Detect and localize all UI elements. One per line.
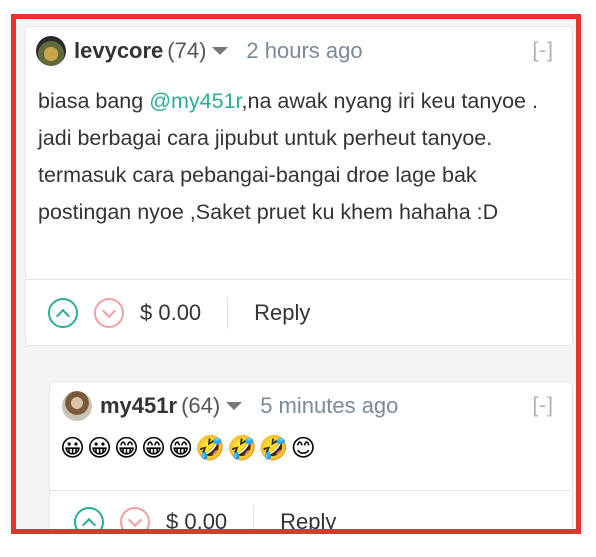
payout-value[interactable]: $ 0.00 xyxy=(140,300,201,326)
collapse-toggle[interactable]: [-] xyxy=(532,394,554,418)
divider xyxy=(253,506,255,529)
timestamp[interactable]: 5 minutes ago xyxy=(260,393,398,419)
chevron-up-icon xyxy=(81,517,97,529)
comment-header: levycore (74) 2 hours ago [-] xyxy=(26,31,572,71)
upvote-button[interactable] xyxy=(48,298,78,328)
comment-footer: $ 0.00 Reply xyxy=(74,502,336,529)
chevron-down-icon xyxy=(127,512,143,527)
downvote-button[interactable] xyxy=(120,507,150,529)
upvote-button[interactable] xyxy=(74,507,104,529)
reputation: (74) xyxy=(167,38,207,63)
reply-button[interactable]: Reply xyxy=(280,509,336,529)
comment-text: biasa bang xyxy=(38,89,150,113)
divider xyxy=(227,297,229,329)
payout-value[interactable]: $ 0.00 xyxy=(166,509,227,529)
comment-footer: $ 0.00 Reply xyxy=(48,293,310,333)
chevron-down-icon xyxy=(101,303,117,318)
downvote-button[interactable] xyxy=(94,298,124,328)
divider xyxy=(26,279,572,280)
timestamp[interactable]: 2 hours ago xyxy=(246,38,362,64)
avatar[interactable] xyxy=(36,36,66,66)
comment-body: biasa bang @my451r,na awak nyang iri keu… xyxy=(38,83,558,231)
comment-card: levycore (74) 2 hours ago [-] biasa bang… xyxy=(26,27,572,345)
highlight-frame: levycore (74) 2 hours ago [-] biasa bang… xyxy=(11,14,581,534)
mention-link[interactable]: @my451r xyxy=(149,89,241,113)
collapse-toggle[interactable]: [-] xyxy=(532,39,554,63)
caret-down-icon[interactable] xyxy=(212,47,229,55)
reply-button[interactable]: Reply xyxy=(254,300,310,326)
author-name[interactable]: levycore xyxy=(74,38,163,64)
comment-header: my451r (64) 5 minutes ago [-] xyxy=(50,386,572,426)
chevron-up-icon xyxy=(55,308,71,323)
avatar[interactable] xyxy=(62,391,92,421)
reputation: (64) xyxy=(181,393,221,418)
divider xyxy=(50,490,572,491)
author-name[interactable]: my451r xyxy=(100,393,177,419)
reply-card: my451r (64) 5 minutes ago [-] 😀😀😁😁😁🤣🤣🤣😊 … xyxy=(50,382,572,529)
caret-down-icon[interactable] xyxy=(226,402,243,410)
comment-body-emojis: 😀😀😁😁😁🤣🤣🤣😊 xyxy=(60,435,318,462)
